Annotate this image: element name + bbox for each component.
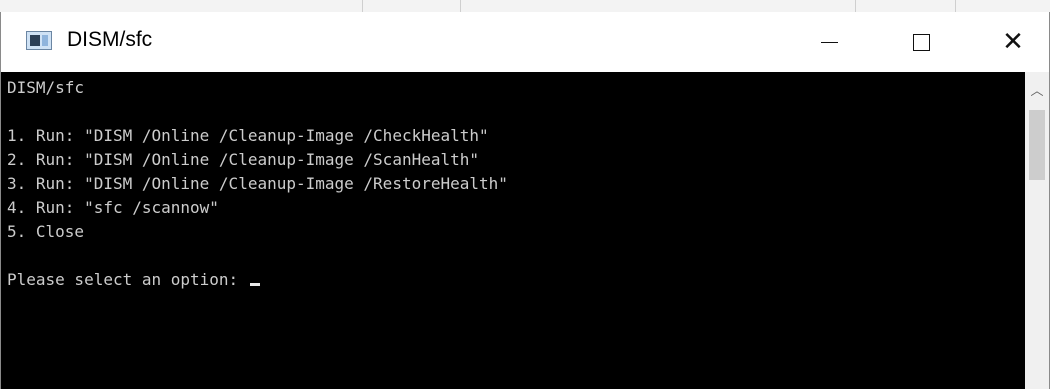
menu-option-1: 1. Run: "DISM /Online /Cleanup-Image /Ch…: [7, 126, 489, 145]
close-icon: ✕: [1002, 27, 1024, 57]
minimize-icon: [820, 41, 838, 43]
maximize-icon: [912, 33, 930, 51]
input-prompt: Please select an option:: [7, 270, 248, 289]
background-column-divider: [855, 0, 856, 12]
console-text: DISM/sfc 1. Run: "DISM /Online /Cleanup-…: [7, 76, 508, 292]
scrollbar-thumb[interactable]: [1029, 110, 1045, 180]
title-bar[interactable]: DISM/sfc ✕: [1, 12, 1049, 72]
text-cursor[interactable]: [249, 283, 260, 286]
close-button[interactable]: ✕: [983, 12, 1043, 72]
console-window: DISM/sfc ✕ DISM/sfc 1. Run: "DISM /Onlin…: [0, 12, 1050, 389]
menu-option-4: 4. Run: "sfc /scannow": [7, 198, 219, 217]
window-title: DISM/sfc: [67, 28, 153, 51]
vertical-scrollbar[interactable]: ︿: [1025, 72, 1049, 389]
console-output[interactable]: DISM/sfc 1. Run: "DISM /Online /Cleanup-…: [1, 72, 1025, 389]
menu-option-2: 2. Run: "DISM /Online /Cleanup-Image /Sc…: [7, 150, 480, 169]
menu-option-3: 3. Run: "DISM /Online /Cleanup-Image /Re…: [7, 174, 508, 193]
console-heading: DISM/sfc: [7, 78, 85, 97]
background-column-divider: [362, 0, 363, 12]
menu-option-5: 5. Close: [7, 222, 85, 241]
minimize-button[interactable]: [799, 12, 859, 72]
background-column-divider: [955, 0, 956, 12]
chevron-up-icon: ︿: [1030, 83, 1044, 99]
maximize-button[interactable]: [891, 12, 951, 72]
scroll-up-button[interactable]: ︿: [1025, 78, 1049, 100]
console-app-icon: [26, 31, 52, 50]
background-column-divider: [460, 0, 461, 12]
